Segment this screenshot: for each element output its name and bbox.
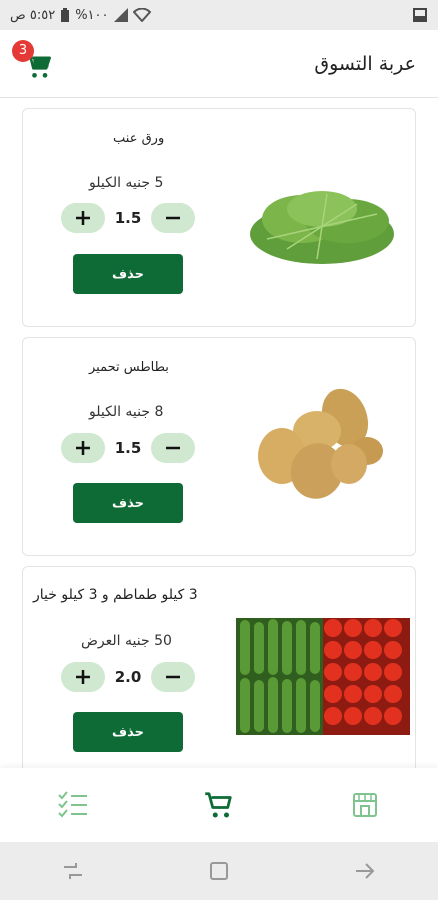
header-cart-button[interactable]: 3 — [12, 39, 58, 86]
quantity-stepper: 2.0 — [61, 662, 195, 692]
delete-item-button[interactable]: حذف — [73, 483, 183, 523]
cart-item-card: بطاطس تحمير 8 جنيه الكيلو 1.5 حذف — [22, 337, 416, 556]
recent-apps-button[interactable] — [53, 851, 93, 891]
grape-leaves-image — [247, 179, 397, 269]
product-price: 8 جنيه الكيلو — [89, 404, 164, 420]
quantity-value: 2.0 — [114, 668, 142, 686]
status-indicators: ٥:٥٢ ص %١٠٠ — [10, 7, 151, 23]
nav-store[interactable] — [335, 775, 395, 835]
cart-icon — [205, 792, 232, 818]
battery-level: %١٠٠ — [75, 7, 109, 23]
decrease-quantity-button[interactable] — [151, 203, 195, 233]
nav-orders[interactable] — [43, 775, 103, 835]
status-bar: ٥:٥٢ ص %١٠٠ — [0, 0, 438, 30]
store-icon — [353, 793, 377, 817]
cart-item-card: ورق عنب 5 جنيه الكيلو 1.5 حذف — [22, 108, 416, 327]
potatoes-image — [257, 386, 387, 506]
quantity-stepper: 1.5 — [61, 433, 195, 463]
bottom-navigation — [0, 768, 438, 842]
home-square-icon — [210, 862, 228, 880]
decrease-quantity-button[interactable] — [151, 433, 195, 463]
cart-count-badge: 3 — [12, 39, 34, 62]
orders-list-icon — [58, 791, 87, 818]
page-title: عربة التسوق — [314, 52, 416, 75]
app-bar: 3 عربة التسوق — [0, 30, 438, 98]
quantity-stepper: 1.5 — [61, 203, 195, 233]
decrease-quantity-button[interactable] — [151, 662, 195, 692]
cart-list[interactable]: ورق عنب 5 جنيه الكيلو 1.5 حذف بطاطس تحمي… — [0, 100, 438, 768]
product-name: 3 كيلو طماطم و 3 كيلو خيار — [33, 587, 198, 603]
signal-icon — [113, 8, 128, 22]
system-navigation-bar — [0, 842, 438, 900]
quantity-value: 1.5 — [114, 209, 142, 227]
back-button[interactable] — [345, 851, 385, 891]
minus-icon — [166, 446, 180, 450]
quantity-value: 1.5 — [114, 439, 142, 457]
plus-icon — [76, 441, 90, 455]
back-arrow-icon — [356, 863, 375, 879]
plus-icon — [76, 211, 90, 225]
product-name: ورق عنب — [113, 131, 165, 146]
recent-apps-icon — [64, 863, 82, 879]
cart-item-card: 3 كيلو طماطم و 3 كيلو خيار 50 جنيه العرض… — [22, 566, 416, 768]
product-name: بطاطس تحمير — [89, 360, 169, 375]
tomatoes-cucumbers-image — [236, 618, 410, 735]
plus-icon — [76, 670, 90, 684]
minus-icon — [166, 675, 180, 679]
product-price: 50 جنيه العرض — [81, 633, 172, 649]
minus-icon — [166, 216, 180, 220]
status-time: ٥:٥٢ ص — [10, 7, 56, 23]
nav-cart[interactable] — [189, 775, 249, 835]
home-button[interactable] — [199, 851, 239, 891]
gallery-notification-icon — [413, 8, 427, 22]
increase-quantity-button[interactable] — [61, 203, 105, 233]
increase-quantity-button[interactable] — [61, 433, 105, 463]
wifi-icon — [132, 8, 151, 22]
product-price: 5 جنيه الكيلو — [89, 175, 164, 191]
delete-item-button[interactable]: حذف — [73, 254, 183, 294]
battery-icon — [61, 7, 70, 22]
delete-item-button[interactable]: حذف — [73, 712, 183, 752]
increase-quantity-button[interactable] — [61, 662, 105, 692]
